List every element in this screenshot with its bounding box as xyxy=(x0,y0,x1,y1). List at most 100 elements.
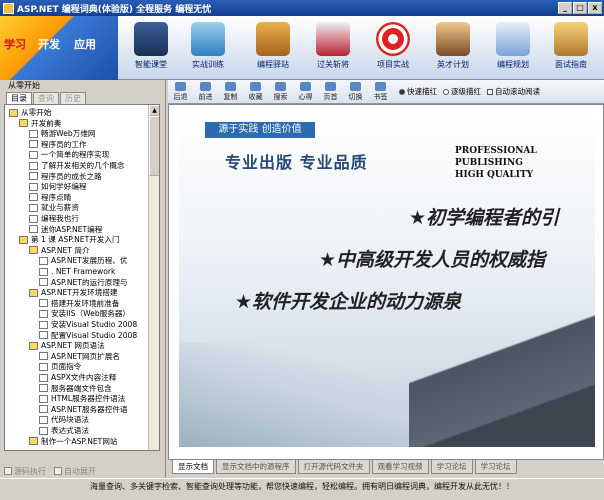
tree-item-label: 一个简单的程序实现 xyxy=(41,150,110,160)
tree-item[interactable]: 搭建开发环境前准备 xyxy=(39,298,119,309)
tree-folder[interactable]: ASP.NET开发环境搭建 xyxy=(29,287,118,298)
nav-button[interactable]: 后退 xyxy=(168,81,193,102)
tree-folder[interactable]: 开发前奏 xyxy=(19,118,61,129)
tree-item[interactable]: 畅游Web万维网 xyxy=(29,128,96,139)
nav-icon xyxy=(375,81,386,91)
run-source-option[interactable]: 源码执行 xyxy=(4,466,46,477)
tab-history[interactable]: 历史 xyxy=(60,92,86,104)
page-icon xyxy=(39,362,48,371)
nav-button[interactable]: 书签 xyxy=(368,81,393,102)
radio-icon xyxy=(399,88,405,95)
tree-folder[interactable]: ASP.NET 网页语法 xyxy=(29,340,105,351)
doc-tab[interactable]: 观看学习视频 xyxy=(371,460,429,474)
close-button[interactable]: x xyxy=(588,2,602,14)
scroll-up-icon[interactable]: ▲ xyxy=(149,105,159,116)
page-icon xyxy=(39,331,48,340)
tree-item[interactable]: HTML服务器控件语法 xyxy=(39,393,125,404)
tree-item[interactable]: 编程我也行 xyxy=(29,213,79,224)
nav-icon xyxy=(275,81,286,91)
minimize-button[interactable]: _ xyxy=(558,2,572,14)
tree-item[interactable]: 代码块语法 xyxy=(39,414,89,425)
tree-item[interactable]: ASP.NET网页扩展名 xyxy=(39,351,120,362)
checkbox-icon xyxy=(487,88,493,95)
page-icon xyxy=(29,193,38,202)
tree-item[interactable]: 配置Visual Studio 2008 xyxy=(39,330,137,341)
tree-folder[interactable]: 第 1 课 ASP.NET开发入门 xyxy=(19,234,120,245)
tree-item[interactable]: 了解开发相关的几个概念 xyxy=(29,160,125,171)
banner-line-2: ★中高级开发人员的权威指 xyxy=(319,249,546,271)
nav-button[interactable]: 心得 xyxy=(293,81,318,102)
page-icon xyxy=(29,203,38,212)
tree-item[interactable]: 安装Visual Studio 2008 xyxy=(39,319,137,330)
tree-item-label: ASP.NET服务器控件语 xyxy=(51,404,128,414)
page-icon xyxy=(39,394,48,403)
nav-button[interactable]: 前进 xyxy=(193,81,218,102)
tree-folder[interactable]: ASP.NET 简介 xyxy=(29,245,90,256)
tree-item[interactable]: 表达式语法 xyxy=(39,425,89,436)
tool-smart-class-button[interactable]: 智能课堂 xyxy=(120,22,182,78)
scroll-thumb[interactable] xyxy=(149,116,159,176)
tool-label: 编程驿站 xyxy=(257,60,289,69)
tree-item-label: . NET Framework xyxy=(51,267,116,276)
tool-interview-button[interactable]: 面试指南 xyxy=(540,22,602,78)
tab-contents[interactable]: 目录 xyxy=(6,92,32,104)
bottom-tabs: 显示文档 显示文档中的源程序 打开源代码文件夹 观看学习视频 学习论坛 学习论坛 xyxy=(168,460,604,478)
nav-button[interactable]: 搜索 xyxy=(268,81,293,102)
tree-scrollbar[interactable]: ▲ xyxy=(148,105,159,450)
people-icon xyxy=(436,22,470,56)
tree-item-label: 就业与薪资 xyxy=(41,203,79,213)
tree-item-label: 服务器端文件包含 xyxy=(51,383,112,393)
tree-item[interactable]: 安装IIS（Web服务器） xyxy=(39,308,130,319)
tool-label: 面试指南 xyxy=(555,60,587,69)
title-bar: ASP.NET 编程词典(体验版) 全程服务 编程无忧 _ □ x xyxy=(0,0,604,16)
nav-label: 收藏 xyxy=(248,92,263,101)
radio-icon xyxy=(443,88,449,95)
tool-practice-button[interactable]: 实战训练 xyxy=(177,22,239,78)
tree-item[interactable]: 程序员的成长之路 xyxy=(29,171,102,182)
reading-option[interactable]: 快速描红 xyxy=(399,86,437,97)
auto-expand-option[interactable]: 自动展开 xyxy=(54,466,96,477)
tool-station-button[interactable]: 编程驿站 xyxy=(242,22,304,78)
tree-item[interactable]: ASPX文件内容注释 xyxy=(39,372,116,383)
tree-item[interactable]: 就业与薪资 xyxy=(29,202,79,213)
doc-tab[interactable]: 显示文档中的源程序 xyxy=(216,460,296,474)
doc-tab[interactable]: 学习论坛 xyxy=(430,460,473,474)
tree-item[interactable]: 页面指令 xyxy=(39,361,81,372)
tree-folder[interactable]: 制作一个ASP.NET网站 xyxy=(29,436,118,447)
nav-button[interactable]: 切换 xyxy=(343,81,368,102)
tree-item[interactable]: 一个简单的程序实现 xyxy=(29,149,109,160)
tree-item[interactable]: ASP.NET服务器控件语 xyxy=(39,404,128,415)
page-icon xyxy=(29,150,38,159)
nav-button[interactable]: 收藏 xyxy=(243,81,268,102)
reading-option[interactable]: 逐级描红 xyxy=(443,86,481,97)
tree-item[interactable]: . NET Framework xyxy=(39,266,115,277)
nav-button[interactable]: 页首 xyxy=(318,81,343,102)
tool-plan-button[interactable]: 编程规划 xyxy=(482,22,544,78)
option-label: 逐级描红 xyxy=(451,87,481,96)
tree-item[interactable]: ASP.NET发展历程、优 xyxy=(39,255,128,266)
doc-tab[interactable]: 学习论坛 xyxy=(474,460,517,474)
nav-label: 切换 xyxy=(348,92,363,101)
tree-item[interactable]: 如何学好编程 xyxy=(29,181,87,192)
doc-tab[interactable]: 显示文档 xyxy=(172,460,214,474)
tab-search[interactable]: 查询 xyxy=(33,92,59,104)
reading-option[interactable]: 自动滚动阅读 xyxy=(487,86,540,97)
tree-item[interactable]: 程序员的工作 xyxy=(29,139,87,150)
maximize-button[interactable]: □ xyxy=(573,2,587,14)
tree-item[interactable]: 迷你ASP.NET编程 xyxy=(29,224,102,235)
tree-item[interactable]: 程序点睛 xyxy=(29,192,71,203)
tool-talent-button[interactable]: 英才计划 xyxy=(422,22,484,78)
tree-item-label: 如何学好编程 xyxy=(41,182,87,192)
tool-challenge-button[interactable]: 过关斩将 xyxy=(302,22,364,78)
app-logo: 学习 开发 应用 xyxy=(0,16,118,80)
option-label: 自动滚动阅读 xyxy=(495,87,540,96)
tree-item[interactable]: 服务器端文件包含 xyxy=(39,383,112,394)
nav-button[interactable]: 复制 xyxy=(218,81,243,102)
tree-folder[interactable]: 从零开始 xyxy=(9,107,51,118)
tree-item[interactable]: ASP.NET的运行原理与 xyxy=(39,277,128,288)
tree-item-label: 表达式语法 xyxy=(51,426,89,435)
panel-tabs: 目录 查询 历史 xyxy=(6,92,87,104)
tool-project-button[interactable]: 项目实战 xyxy=(362,22,424,78)
doc-tab[interactable]: 打开源代码文件夹 xyxy=(297,460,370,474)
tree-item-label: 开发前奏 xyxy=(31,118,62,128)
